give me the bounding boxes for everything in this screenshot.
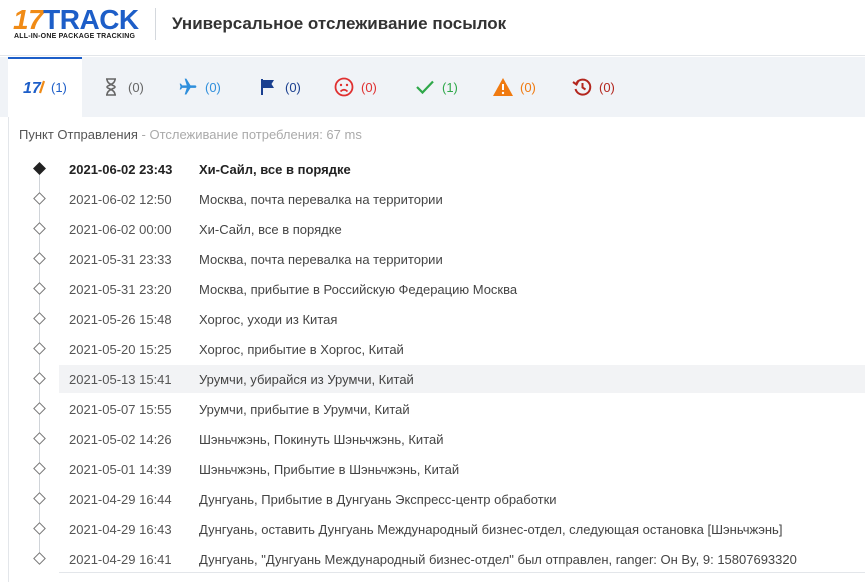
event-description: Дунгуань, "Дунгуань Международный бизнес…	[199, 551, 797, 567]
event-description: Дунгуань, Прибытие в Дунгуань Экспресс-ц…	[199, 491, 557, 507]
timeline-marker-icon	[33, 462, 46, 475]
timeline-event[interactable]: 2021-05-20 15:25 Хоргос, прибытие в Хорг…	[33, 335, 865, 363]
timeline-event[interactable]: 2021-05-07 15:55 Урумчи, прибытие в Урум…	[33, 395, 865, 423]
event-description: Хоргос, уходи из Китая	[199, 311, 338, 327]
timeline-marker-icon	[33, 252, 46, 265]
event-date: 2021-04-29 16:43	[69, 521, 172, 537]
timeline-marker-icon	[33, 552, 46, 565]
timeline-marker-icon	[33, 372, 46, 385]
history-icon	[571, 76, 593, 98]
sad-face-icon	[333, 76, 355, 98]
timeline-event[interactable]: 2021-05-13 15:41 Урумчи, убирайся из Уру…	[33, 365, 865, 393]
list-divider	[59, 572, 865, 573]
timeline-marker-icon	[33, 282, 46, 295]
tab-pick-up[interactable]: (0)	[257, 57, 301, 117]
event-date: 2021-06-02 12:50	[69, 191, 172, 207]
tab-all[interactable]: 17 (1)	[8, 57, 82, 117]
hourglass-icon	[100, 76, 122, 98]
seventeen-logo-icon: 17	[23, 76, 45, 98]
tab-not-found-count: (0)	[128, 79, 144, 95]
app-header: 17TRACK ALL-IN-ONE PACKAGE TRACKING Унив…	[0, 0, 865, 56]
tab-in-transit[interactable]: (0)	[177, 57, 221, 117]
event-description: Москва, почта перевалка на территории	[199, 191, 443, 207]
logo-wordmark: 17TRACK	[13, 4, 139, 35]
event-date: 2021-06-02 23:43	[69, 161, 173, 177]
event-description: Шэньчжэнь, Прибытие в Шэньчжэнь, Китай	[199, 461, 460, 477]
tab-expired-count: (0)	[599, 79, 615, 95]
timeline-marker-icon	[33, 162, 46, 175]
origin-label: Пункт Отправления	[19, 127, 138, 142]
timeline-event[interactable]: 2021-06-02 12:50 Москва, почта перевалка…	[33, 185, 865, 213]
tab-all-count: (1)	[51, 79, 67, 95]
timeline-marker-icon	[33, 432, 46, 445]
timeline-marker-icon	[33, 522, 46, 535]
page-title: Универсальное отслеживание посылок	[172, 14, 507, 33]
timeline-event[interactable]: 2021-06-02 00:00 Хи-Сайл, все в порядке	[33, 215, 865, 243]
event-description: Шэньчжэнь, Покинуть Шэньчжэнь, Китай	[199, 431, 444, 447]
event-date: 2021-05-13 15:41	[69, 371, 172, 387]
event-date: 2021-05-07 15:55	[69, 401, 172, 417]
status-tabs: 17 (1) (0) (0) (0) (0) (1) (0) (0)	[0, 57, 865, 117]
event-date: 2021-04-29 16:44	[69, 491, 172, 507]
logo-tagline: ALL-IN-ONE PACKAGE TRACKING	[14, 33, 136, 40]
timeline-marker-icon	[33, 402, 46, 415]
tab-not-found[interactable]: (0)	[100, 57, 144, 117]
timeline-marker-icon	[33, 192, 46, 205]
event-description: Хи-Сайл, все в порядке	[199, 161, 351, 177]
timeline-marker-icon	[33, 342, 46, 355]
event-description: Москва, почта перевалка на территории	[199, 251, 443, 267]
timeline-marker-icon	[33, 222, 46, 235]
event-description: Дунгуань, оставить Дунгуань Международны…	[199, 521, 783, 537]
origin-header: Пункт Отправления - Отслеживание потребл…	[19, 127, 362, 142]
tab-undelivered-count: (0)	[361, 79, 377, 95]
event-date: 2021-06-02 00:00	[69, 221, 172, 237]
airplane-icon	[177, 76, 199, 98]
flag-icon	[257, 76, 279, 98]
timeline-event[interactable]: 2021-05-31 23:33 Москва, почта перевалка…	[33, 245, 865, 273]
tab-in-transit-count: (0)	[205, 79, 221, 95]
timeline-event[interactable]: 2021-04-29 16:41 Дунгуань, "Дунгуань Меж…	[33, 545, 865, 573]
timeline-marker-icon	[33, 492, 46, 505]
header-divider	[155, 8, 156, 40]
tab-pick-up-count: (0)	[285, 79, 301, 95]
event-description: Москва, прибытие в Российскую Федерацию …	[199, 281, 518, 297]
timeline-event[interactable]: 2021-04-29 16:44 Дунгуань, Прибытие в Ду…	[33, 485, 865, 513]
tracking-details: Пункт Отправления - Отслеживание потребл…	[8, 117, 865, 582]
event-date: 2021-05-02 14:26	[69, 431, 172, 447]
timeline-event[interactable]: 2021-05-26 15:48 Хоргос, уходи из Китая	[33, 305, 865, 333]
event-date: 2021-05-31 23:20	[69, 281, 172, 297]
event-date: 2021-04-29 16:41	[69, 551, 172, 567]
timeline-event[interactable]: 2021-05-01 14:39 Шэньчжэнь, Прибытие в Ш…	[33, 455, 865, 483]
event-description: Урумчи, прибытие в Урумчи, Китай	[199, 401, 410, 417]
timeline-marker-icon	[33, 312, 46, 325]
svg-text:17: 17	[23, 80, 42, 95]
event-description: Хи-Сайл, все в порядке	[199, 221, 342, 237]
17track-logo[interactable]: 17TRACK ALL-IN-ONE PACKAGE TRACKING	[13, 6, 141, 42]
event-description: Хоргос, прибытие в Хоргос, Китай	[199, 341, 404, 357]
tab-undelivered[interactable]: (0)	[333, 57, 377, 117]
event-date: 2021-05-01 14:39	[69, 461, 172, 477]
timeline-event[interactable]: 2021-05-02 14:26 Шэньчжэнь, Покинуть Шэн…	[33, 425, 865, 453]
event-date: 2021-05-26 15:48	[69, 311, 172, 327]
tab-alert[interactable]: (0)	[492, 57, 536, 117]
timeline-event[interactable]: 2021-06-02 23:43 Хи-Сайл, все в порядке	[33, 155, 865, 183]
tab-delivered-count: (1)	[442, 79, 458, 95]
timeline-event[interactable]: 2021-04-29 16:43 Дунгуань, оставить Дунг…	[33, 515, 865, 543]
tab-alert-count: (0)	[520, 79, 536, 95]
timeline-event[interactable]: 2021-05-31 23:20 Москва, прибытие в Росс…	[33, 275, 865, 303]
tab-delivered[interactable]: (1)	[414, 57, 458, 117]
tracking-time-meta: - Отслеживание потребления: 67 ms	[137, 127, 362, 142]
warning-icon	[492, 76, 514, 98]
event-description: Урумчи, убирайся из Урумчи, Китай	[199, 371, 414, 387]
event-date: 2021-05-20 15:25	[69, 341, 172, 357]
tab-expired[interactable]: (0)	[571, 57, 615, 117]
event-date: 2021-05-31 23:33	[69, 251, 172, 267]
checkmark-icon	[414, 76, 436, 98]
